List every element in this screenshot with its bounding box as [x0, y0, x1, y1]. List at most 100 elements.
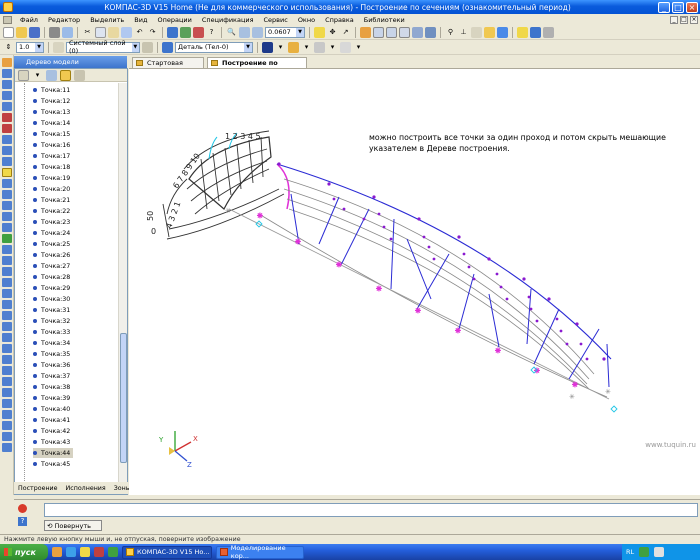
shell-icon[interactable] [1, 157, 12, 166]
zoom-in-icon[interactable]: 🔍 [226, 27, 237, 38]
scrollbar-thumb[interactable] [120, 333, 127, 463]
tree-item[interactable]: Точка:37 [33, 371, 70, 381]
tree-item[interactable]: Точка:41 [33, 415, 70, 425]
tree-item[interactable]: Точка:21 [33, 195, 70, 205]
variables-icon[interactable] [180, 26, 191, 38]
tree-item[interactable]: Точка:22 [33, 206, 70, 216]
tree-item[interactable]: Точка:13 [33, 107, 70, 117]
tree-item[interactable]: Точка:38 [33, 382, 70, 392]
tree-item[interactable]: Точка:28 [33, 272, 70, 282]
boolean-icon[interactable] [1, 421, 12, 430]
stop-icon[interactable] [18, 504, 27, 513]
spring-icon[interactable] [1, 366, 12, 375]
desktop-icon[interactable] [66, 547, 76, 557]
library-icon[interactable] [193, 26, 204, 38]
tree-item[interactable]: Точка:40 [33, 404, 70, 414]
network-icon[interactable] [639, 547, 650, 557]
property-field[interactable] [44, 503, 698, 517]
section-icon[interactable] [1, 333, 12, 342]
render-icon[interactable] [340, 41, 351, 53]
diagnostics-icon[interactable] [1, 322, 12, 331]
menu-view[interactable]: Вид [129, 16, 152, 24]
kinematic-icon[interactable] [1, 91, 12, 100]
edit-part-icon[interactable] [1, 58, 12, 67]
tab-executions[interactable]: Исполнения [66, 485, 106, 492]
array-icon[interactable] [1, 267, 12, 276]
cut-extrude-icon[interactable] [1, 113, 12, 122]
chevron-down-icon[interactable]: ▾ [301, 42, 312, 53]
tree-item[interactable]: Точка:42 [33, 426, 70, 436]
tree-item[interactable]: Точка:26 [33, 250, 70, 260]
tree-item[interactable]: Точка:25 [33, 239, 70, 249]
scale-icon[interactable] [1, 432, 12, 441]
curves-icon[interactable] [1, 168, 12, 177]
tree-structure-icon[interactable] [60, 69, 71, 81]
tree-item[interactable]: Точка:20 [33, 184, 70, 194]
tab-loft[interactable]: Построение по сечениям × [207, 57, 307, 77]
thread-icon[interactable] [1, 355, 12, 364]
chevron-down-icon[interactable]: ▾ [275, 42, 286, 53]
tree-item[interactable]: Точка:27 [33, 261, 70, 271]
fillet-icon[interactable] [1, 135, 12, 144]
draft-icon[interactable] [1, 399, 12, 408]
rotate-icon[interactable] [314, 26, 325, 38]
help-icon[interactable]: ? [18, 517, 27, 526]
tree-settings-icon[interactable] [74, 69, 85, 81]
tree-item[interactable]: Точка:17 [33, 151, 70, 161]
app-icon[interactable] [108, 547, 118, 557]
chamfer-icon[interactable] [1, 146, 12, 155]
tree-item[interactable]: Точка:39 [33, 393, 70, 403]
tree-item[interactable]: Точка:15 [33, 129, 70, 139]
line-style-icon[interactable] [314, 41, 325, 53]
zoom-fit-icon[interactable] [252, 26, 263, 38]
tree-item[interactable]: Точка:33 [33, 327, 70, 337]
tree-item[interactable]: Точка:36 [33, 360, 70, 370]
close-button[interactable]: × [686, 1, 698, 13]
step-icon[interactable]: ⇕ [3, 42, 14, 53]
tree-item[interactable]: Точка:14 [33, 118, 70, 128]
tree-item[interactable]: Точка:34 [33, 338, 70, 348]
tree-item[interactable]: Точка:44 [33, 448, 74, 458]
rotate-op-icon[interactable] [1, 80, 12, 89]
snap-icon[interactable]: ⊥ [458, 27, 469, 38]
detail-combo[interactable]: Деталь (Тел-0) ▼ [175, 41, 253, 53]
pan-icon[interactable]: ✥ [327, 27, 338, 38]
scale-combo[interactable]: 1.0 ▼ [16, 41, 44, 53]
paste-icon[interactable] [108, 26, 119, 38]
volume-icon[interactable] [654, 547, 665, 557]
model-viewport[interactable]: 1 2 3 4 5 6 7 8 9 10 4 3 2 1 50 0 ✳ ✳ ✳ … [129, 68, 700, 495]
sheet-icon[interactable] [1, 289, 12, 298]
analysis-icon[interactable] [1, 443, 12, 452]
component-icon[interactable] [530, 26, 541, 38]
hole-icon[interactable] [1, 377, 12, 386]
redo-icon[interactable]: ↷ [147, 27, 158, 38]
cut-rotate-icon[interactable] [1, 124, 12, 133]
new-file-icon[interactable] [3, 26, 14, 38]
sections-icon[interactable] [471, 26, 482, 38]
maximize-button[interactable]: □ [672, 1, 684, 13]
shaded-icon[interactable] [373, 26, 384, 38]
tree-item[interactable]: Точка:29 [33, 283, 70, 293]
zoom-window-icon[interactable] [239, 26, 250, 38]
taskbar-browser[interactable]: Моделирование кор... [216, 544, 304, 560]
folder-icon[interactable] [80, 547, 90, 557]
layer-props-icon[interactable] [142, 41, 153, 53]
tree-item[interactable]: Точка:18 [33, 162, 70, 172]
tree-filter-icon[interactable] [46, 69, 57, 81]
perspective-icon[interactable] [425, 26, 436, 38]
open-file-icon[interactable] [16, 26, 27, 38]
browser-icon[interactable] [52, 547, 62, 557]
filter-icon[interactable]: ⚲ [445, 27, 456, 38]
doc-minimize-button[interactable]: _ [670, 15, 678, 24]
print-icon[interactable] [49, 26, 60, 38]
tree-scrollbar[interactable] [118, 83, 127, 483]
point-icon[interactable] [1, 223, 12, 232]
tree-item[interactable]: Точка:43 [33, 437, 70, 447]
mesh-icon[interactable] [1, 344, 12, 353]
material-icon[interactable] [288, 41, 299, 53]
tree-item[interactable]: Точка:12 [33, 96, 70, 106]
tree-item[interactable]: Точка:19 [33, 173, 70, 183]
doc-close-button[interactable]: × [690, 15, 698, 24]
taskbar-kompas[interactable]: КОМПАС-3D V15 Ho... [122, 545, 212, 559]
menu-edit[interactable]: Редактор [43, 16, 85, 24]
